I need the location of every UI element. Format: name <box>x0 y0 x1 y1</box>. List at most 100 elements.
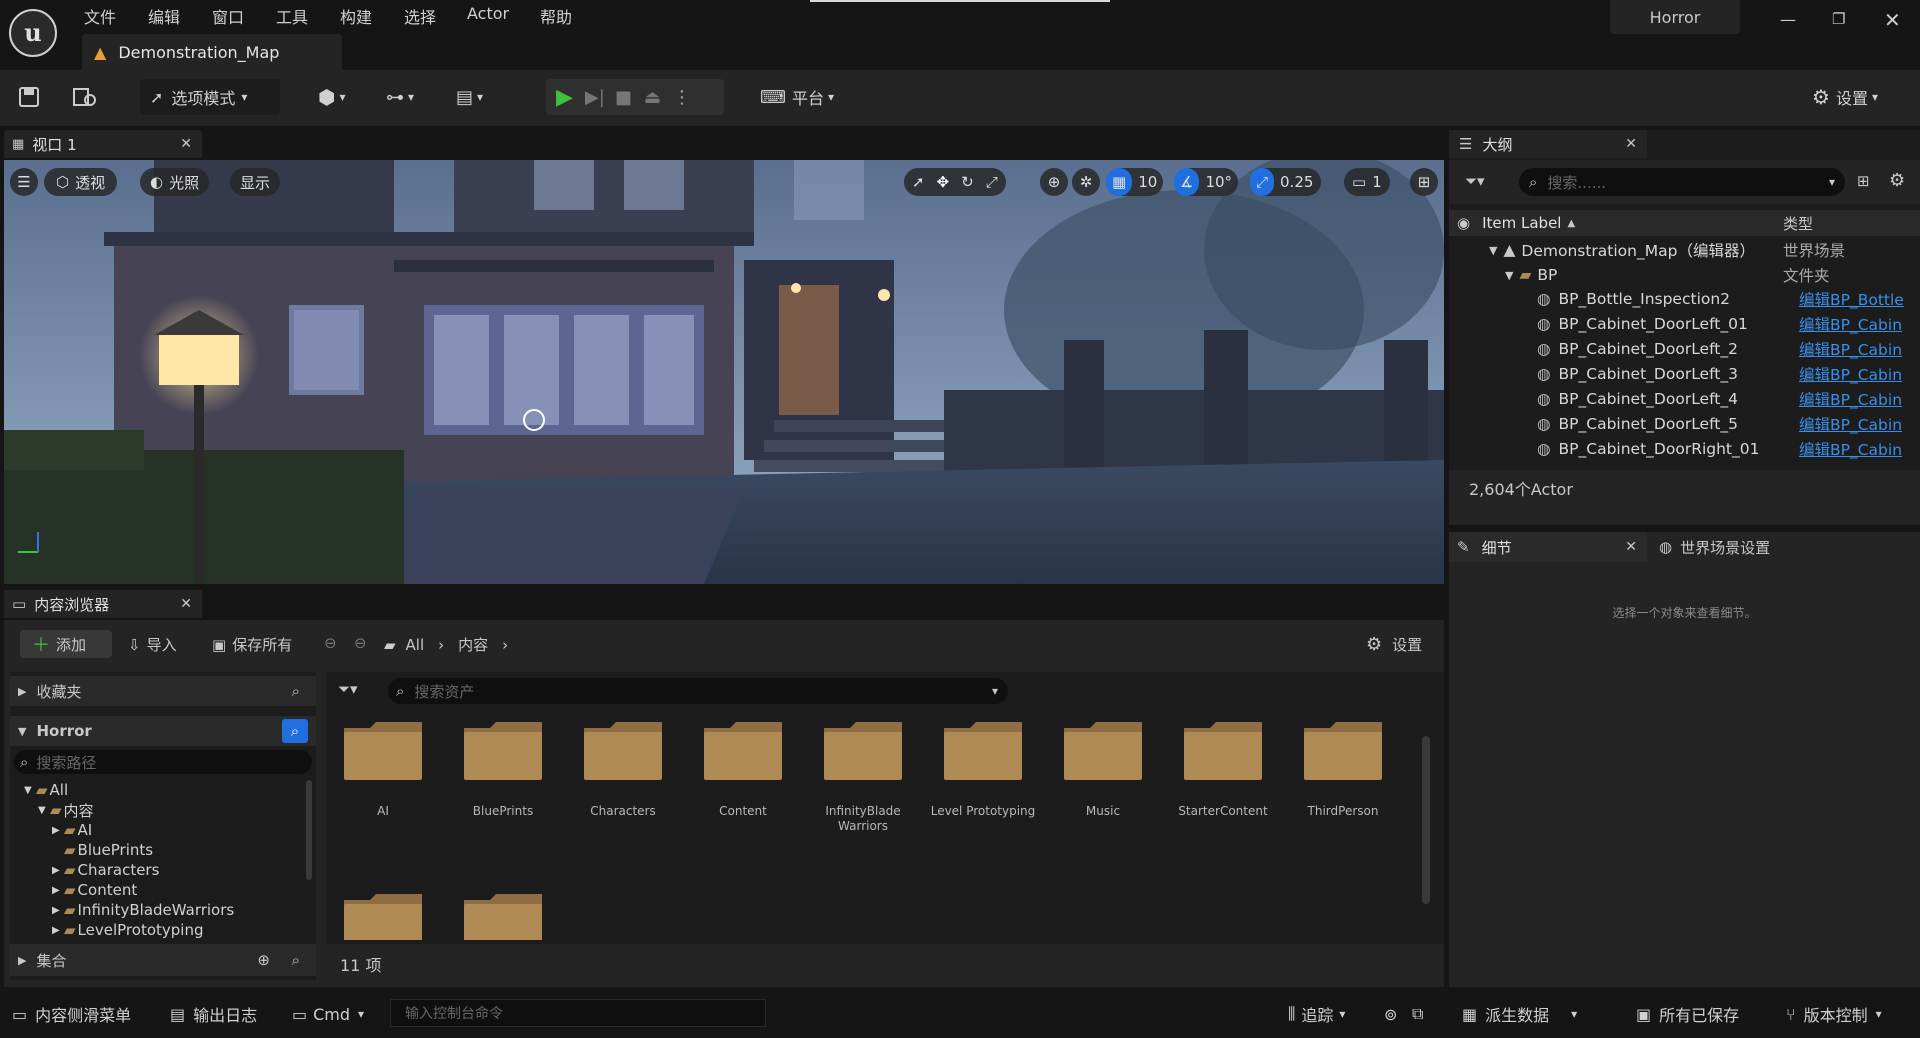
menu-tools[interactable]: 工具 <box>276 4 308 28</box>
cinematics-button[interactable]: ▤ ▾ <box>456 79 483 115</box>
outliner-row[interactable]: ◍ BP_Cabinet_DoorLeft_2 编辑BP_Cabin <box>1537 339 1909 359</box>
level-tab[interactable]: ▲ Demonstration_Map <box>82 34 342 70</box>
asset-folder[interactable] <box>462 718 544 782</box>
unreal-logo[interactable]: u <box>8 8 58 58</box>
save-icon[interactable] <box>18 79 40 115</box>
content-browser-tab[interactable]: ▭ 内容浏览器 ✕ <box>4 590 202 618</box>
visibility-icon[interactable]: ◉ <box>1457 214 1470 232</box>
forward-icon[interactable]: ⊖ <box>354 634 367 652</box>
details-tab[interactable]: ✎ 细节 ✕ <box>1449 532 1647 562</box>
asset-folder[interactable] <box>462 890 544 940</box>
platform-button[interactable]: ⌨ 平台 ▾ <box>760 79 834 115</box>
more-options-icon[interactable]: ⋮ <box>673 87 691 108</box>
viewport-menu-button[interactable]: ☰ <box>10 168 38 196</box>
filter-icon[interactable]: ⏷▾ <box>338 680 358 698</box>
blueprint-button[interactable]: ⊶ ▾ <box>386 79 414 115</box>
actor-type-link[interactable]: 编辑BP_Cabin <box>1799 413 1909 435</box>
show-button[interactable]: 显示 <box>230 168 281 196</box>
close-tab-icon[interactable]: ✕ <box>180 136 192 152</box>
eject-icon[interactable]: ⏏ <box>644 87 661 108</box>
actor-type-link[interactable]: 编辑BP_Cabin <box>1799 338 1909 360</box>
import-button[interactable]: ⇩ 导入 <box>128 634 177 655</box>
layout-button[interactable]: ⊞ <box>1410 168 1438 196</box>
crumb-all[interactable]: All <box>406 636 425 654</box>
menu-help[interactable]: 帮助 <box>540 4 572 28</box>
col-item-label[interactable]: Item Label <box>1482 214 1561 232</box>
back-icon[interactable]: ⊖ <box>324 634 337 652</box>
scale-snap[interactable]: ⤢ 0.25 <box>1250 168 1322 196</box>
screenshot-icon[interactable]: ⧉ <box>1412 1000 1423 1028</box>
settings-button[interactable]: ⚙ 设置 ▾ <box>1812 79 1878 115</box>
all-saved-button[interactable]: ▣ 所有已保存 <box>1636 1000 1739 1028</box>
tree-item[interactable]: ▶ ▰ LevelPrototyping <box>52 920 203 938</box>
save-all-button[interactable]: ▣ 保存所有 <box>212 634 292 655</box>
search-icon[interactable]: ⌕ <box>292 682 300 700</box>
world-space-toggle[interactable]: ⊕ <box>1040 168 1068 196</box>
add-actor-button[interactable]: ⬢ ▾ <box>318 79 346 115</box>
tree-item[interactable]: ▶ ▰ InfinityBladeWarriors <box>52 900 234 920</box>
asset-folder[interactable] <box>1302 718 1384 782</box>
favorites-header[interactable]: ▶ 收藏夹 ⌕ <box>10 676 316 706</box>
menu-window[interactable]: 窗口 <box>212 4 244 28</box>
outliner-row[interactable]: ◍ BP_Cabinet_DoorRight_2 编辑BP_Cabin <box>1537 464 1909 466</box>
outliner-row[interactable]: ◍ BP_Cabinet_DoorLeft_4 编辑BP_Cabin <box>1537 389 1909 409</box>
actor-type-link[interactable]: 编辑BP_Cabin <box>1799 438 1909 460</box>
crumb-content[interactable]: 内容 <box>458 634 488 655</box>
source-control-button[interactable]: ⑂ 版本控制 ▾ <box>1786 1000 1882 1028</box>
cb-settings-button[interactable]: ⚙ 设置 <box>1366 634 1422 655</box>
menu-build[interactable]: 构建 <box>340 4 372 28</box>
actor-type-link[interactable]: 编辑BP_Bottle <box>1799 288 1909 310</box>
menu-edit[interactable]: 编辑 <box>148 4 180 28</box>
gear-icon[interactable]: ⚙ <box>1889 170 1905 191</box>
tree-item[interactable]: ▶ ▰ Characters <box>52 860 159 880</box>
browse-icon[interactable] <box>72 79 98 115</box>
asset-folder[interactable] <box>1062 718 1144 782</box>
rotate-tool-icon[interactable]: ↻ <box>961 173 974 191</box>
level-viewport[interactable]: ☰ ⬡ 透视 ◐ 光照 显示 ➚ ✥ ↻ ⤢ ⊕ ✲ ▦ 10 ∡ 10° ⤢ 0.25 … <box>4 160 1444 584</box>
asset-folder[interactable] <box>822 718 904 782</box>
tree-item[interactable]: ▼ ▰ 内容 <box>38 800 94 820</box>
col-type[interactable]: 类型 <box>1783 213 1813 234</box>
path-search-input[interactable]: ⌕ 搜索路径 <box>14 750 312 774</box>
camera-speed[interactable]: ▭ 1 <box>1344 168 1390 196</box>
filter-icon[interactable]: ⏷▾ <box>1465 172 1485 190</box>
asset-scrollbar[interactable] <box>1422 736 1430 904</box>
outliner-folder-bp[interactable]: ▼ ▰ BP 文件夹 <box>1505 265 1909 285</box>
outliner-row[interactable]: ◍ BP_Cabinet_DoorLeft_5 编辑BP_Cabin <box>1537 414 1909 434</box>
record-icon[interactable]: ⊚ <box>1384 1000 1397 1028</box>
outliner-search[interactable]: ⌕ 搜索...... ▾ <box>1519 168 1845 196</box>
stop-icon[interactable]: ■ <box>615 87 632 108</box>
lighting-button[interactable]: ◐ 光照 <box>140 168 210 196</box>
outliner-row[interactable]: ◍ BP_Cabinet_DoorRight_01 编辑BP_Cabin <box>1537 439 1909 459</box>
viewport-tab[interactable]: ▦ 视口 1 ✕ <box>4 130 202 158</box>
mode-selector[interactable]: ➚ 选项模式 ▾ <box>140 79 280 115</box>
restore-icon[interactable]: ❐ <box>1832 10 1852 30</box>
actor-type-link[interactable]: 编辑BP_Cabin <box>1799 313 1909 335</box>
menu-select[interactable]: 选择 <box>404 4 436 28</box>
tree-item[interactable]: ▶ ▰ Content <box>52 880 137 900</box>
world-settings-tab[interactable]: ◍ 世界场景设置 <box>1659 532 1859 562</box>
close-window-icon[interactable]: ✕ <box>1884 8 1904 32</box>
close-tab-icon[interactable]: ✕ <box>1625 539 1637 555</box>
output-log-button[interactable]: ▤ 输出日志 <box>170 1000 257 1028</box>
step-icon[interactable]: ▶| <box>585 87 605 108</box>
perspective-button[interactable]: ⬡ 透视 <box>44 168 118 196</box>
tree-item[interactable]: ▰ BluePrints <box>52 840 153 860</box>
actor-type-link[interactable]: 编辑BP_Cabin <box>1799 463 1909 466</box>
derived-data-button[interactable]: ▦ 派生数据 ▾ <box>1462 1000 1577 1028</box>
menu-actor[interactable]: Actor <box>467 4 509 23</box>
actor-type-link[interactable]: 编辑BP_Cabin <box>1799 388 1909 410</box>
tree-scrollbar[interactable] <box>306 780 312 880</box>
tree-item[interactable]: ▶ ▰ AI <box>52 820 92 840</box>
surface-snap-toggle[interactable]: ✲ <box>1072 168 1100 196</box>
console-command-input[interactable]: 输入控制台命令 <box>390 999 766 1027</box>
outliner-row[interactable]: ◍ BP_Cabinet_DoorLeft_3 编辑BP_Cabin <box>1537 364 1909 384</box>
tree-item[interactable]: ▼ ▰ All <box>24 780 68 800</box>
actor-type-link[interactable]: 编辑BP_Cabin <box>1799 363 1909 385</box>
project-header[interactable]: ▼ Horror ⌕ <box>10 716 316 746</box>
scale-tool-icon[interactable]: ⤢ <box>986 173 998 191</box>
outliner-tab[interactable]: ☰ 大纲 ✕ <box>1449 130 1647 158</box>
collections-header[interactable]: ▶ 集合 ⊕ ⌕ <box>10 944 316 976</box>
search-icon[interactable]: ⌕ <box>292 951 300 969</box>
asset-folder[interactable] <box>582 718 664 782</box>
